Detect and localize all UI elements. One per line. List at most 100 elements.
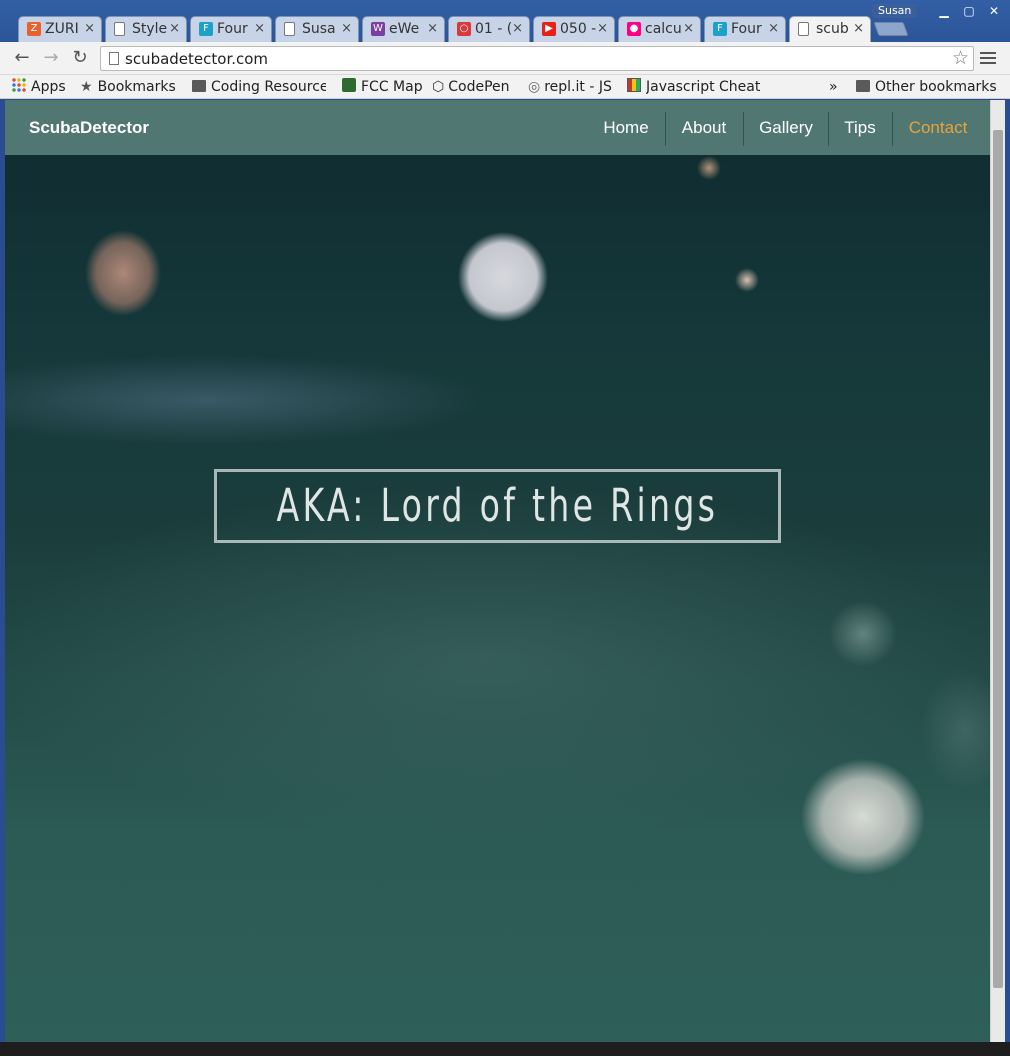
tab-close-icon[interactable]: × bbox=[254, 21, 265, 36]
codepen-icon: ⬡ bbox=[432, 79, 445, 95]
tab-favicon-icon: W bbox=[371, 22, 385, 36]
replit-icon: ◎ bbox=[528, 79, 541, 95]
scrollbar-thumb[interactable] bbox=[993, 130, 1003, 988]
browser-toolbar: ← → ↻ scubadetector.com ☆ bbox=[0, 42, 1010, 75]
tab-close-icon[interactable]: × bbox=[683, 21, 694, 36]
nav-divider bbox=[665, 112, 666, 146]
browser-tab[interactable]: scub × bbox=[789, 16, 871, 42]
bookmark-label: FCC Map bbox=[361, 79, 423, 95]
tab-title: ZURI bbox=[45, 21, 79, 37]
tab-title: 01 - ( bbox=[475, 21, 513, 37]
bookmark-replit[interactable]: ◎ repl.it - JS bbox=[528, 77, 612, 97]
bookmark-javascript-cheat[interactable]: Javascript Cheat bbox=[627, 77, 761, 97]
nav-home[interactable]: Home bbox=[593, 100, 659, 155]
tab-title: Style bbox=[132, 21, 168, 37]
tab-favicon-icon: F bbox=[199, 22, 213, 36]
cheatsheet-icon bbox=[627, 78, 641, 92]
reload-icon[interactable]: ↻ bbox=[69, 47, 91, 69]
tab-close-icon[interactable]: × bbox=[169, 21, 180, 36]
maximize-icon[interactable]: ▢ bbox=[957, 2, 981, 20]
browser-tab[interactable]: WeWe × bbox=[362, 16, 445, 42]
minimize-icon[interactable]: ▁ bbox=[932, 2, 956, 20]
browser-tab[interactable]: ● calcu × bbox=[618, 16, 701, 42]
tab-title: Four bbox=[731, 21, 762, 37]
bookmark-other[interactable]: Other bookmarks bbox=[856, 77, 997, 97]
bookmark-label: Coding Resource bbox=[211, 79, 326, 95]
tab-title: Susa bbox=[302, 21, 336, 37]
browser-tab[interactable]: ○ 01 - (× bbox=[448, 16, 530, 42]
tab-favicon-icon: ○ bbox=[457, 22, 471, 36]
tab-favicon-icon bbox=[284, 22, 295, 36]
page-scrollbar[interactable] bbox=[990, 100, 1005, 1042]
tab-favicon-icon bbox=[798, 22, 809, 36]
nav-divider bbox=[828, 112, 829, 146]
menu-icon[interactable] bbox=[980, 49, 996, 67]
nav-contact[interactable]: Contact bbox=[898, 100, 978, 155]
headline-frame: AKA: Lord of the Rings bbox=[214, 469, 781, 543]
bookmarks-bar: Apps ★ Bookmarks Coding Resource FCC Map … bbox=[0, 75, 1010, 99]
tab-favicon-icon: F bbox=[713, 22, 727, 36]
new-tab-button[interactable] bbox=[873, 22, 909, 36]
browser-tab[interactable]: Susa × bbox=[275, 16, 359, 42]
tab-close-icon[interactable]: × bbox=[853, 21, 864, 36]
close-window-icon[interactable]: ✕ bbox=[982, 2, 1006, 20]
back-icon[interactable]: ← bbox=[11, 47, 33, 69]
address-bar[interactable]: scubadetector.com ☆ bbox=[100, 46, 974, 71]
tab-close-icon[interactable]: × bbox=[597, 21, 608, 36]
tab-close-icon[interactable]: × bbox=[512, 21, 523, 36]
tab-title: Four bbox=[217, 21, 248, 37]
site-navbar: ScubaDetector Home About Gallery Tips Co… bbox=[5, 100, 990, 155]
bookmark-fcc-map[interactable]: FCC Map bbox=[342, 77, 423, 97]
nav-about[interactable]: About bbox=[671, 100, 737, 155]
tab-title: scub bbox=[816, 21, 849, 37]
tab-title: eWe bbox=[389, 21, 420, 37]
fcc-icon bbox=[342, 78, 356, 92]
browser-tab[interactable]: Z ZURI × bbox=[18, 16, 102, 42]
bookmark-apps[interactable]: Apps bbox=[12, 77, 66, 97]
bookmark-label: Javascript Cheat bbox=[646, 79, 761, 95]
browser-window: Z ZURI × Style × F Four × Susa × WeWe × ○ 01 - (× ▶ 050… bbox=[0, 0, 1010, 1056]
nav-gallery[interactable]: Gallery bbox=[749, 100, 823, 155]
tab-title: 050 - bbox=[560, 21, 597, 37]
tab-close-icon[interactable]: × bbox=[341, 21, 352, 36]
folder-icon bbox=[192, 80, 206, 92]
page-viewport: ScubaDetector Home About Gallery Tips Co… bbox=[5, 100, 990, 1042]
tab-close-icon[interactable]: × bbox=[768, 21, 779, 36]
star-icon: ★ bbox=[80, 79, 93, 95]
tab-strip: Z ZURI × Style × F Four × Susa × WeWe × ○ 01 - (× ▶ 050… bbox=[0, 0, 1010, 42]
bookmark-label: repl.it - JS bbox=[544, 79, 612, 95]
bookmark-bookmarks[interactable]: ★ Bookmarks bbox=[80, 77, 176, 97]
hero-background-image bbox=[5, 100, 990, 1042]
hero-headline: AKA: Lord of the Rings bbox=[276, 479, 719, 532]
bookmark-label: Other bookmarks bbox=[875, 79, 997, 95]
folder-icon bbox=[856, 80, 870, 92]
bookmark-label: Bookmarks bbox=[97, 79, 176, 95]
nav-tips[interactable]: Tips bbox=[834, 100, 886, 155]
tab-title: calcu bbox=[645, 21, 682, 37]
site-brand[interactable]: ScubaDetector bbox=[29, 118, 149, 138]
page-icon bbox=[109, 52, 119, 65]
tab-close-icon[interactable]: × bbox=[84, 21, 95, 36]
tab-favicon-icon: Z bbox=[27, 22, 41, 36]
bookmarks-overflow-icon[interactable]: » bbox=[829, 77, 838, 97]
bookmark-codepen[interactable]: ⬡ CodePen bbox=[432, 77, 510, 97]
browser-tab[interactable]: F Four × bbox=[190, 16, 272, 42]
apps-grid-icon bbox=[12, 78, 26, 92]
browser-tab[interactable]: ▶ 050 - × bbox=[533, 16, 615, 42]
bookmark-coding-resource[interactable]: Coding Resource bbox=[192, 77, 326, 97]
window-bottom-edge bbox=[0, 1042, 1010, 1056]
bookmark-star-icon[interactable]: ☆ bbox=[952, 47, 969, 69]
nav-divider bbox=[892, 112, 893, 146]
browser-tab[interactable]: F Four × bbox=[704, 16, 786, 42]
tab-favicon-icon bbox=[114, 22, 125, 36]
tab-close-icon[interactable]: × bbox=[427, 21, 438, 36]
browser-tab[interactable]: Style × bbox=[105, 16, 187, 42]
nav-divider bbox=[743, 112, 744, 146]
url-text[interactable]: scubadetector.com bbox=[125, 50, 268, 68]
bookmark-label: CodePen bbox=[448, 79, 510, 95]
forward-icon[interactable]: → bbox=[40, 47, 62, 69]
tab-favicon-icon: ▶ bbox=[542, 22, 556, 36]
profile-button[interactable]: Susan bbox=[872, 4, 918, 18]
bookmark-label: Apps bbox=[31, 79, 66, 95]
tab-favicon-icon: ● bbox=[627, 22, 641, 36]
